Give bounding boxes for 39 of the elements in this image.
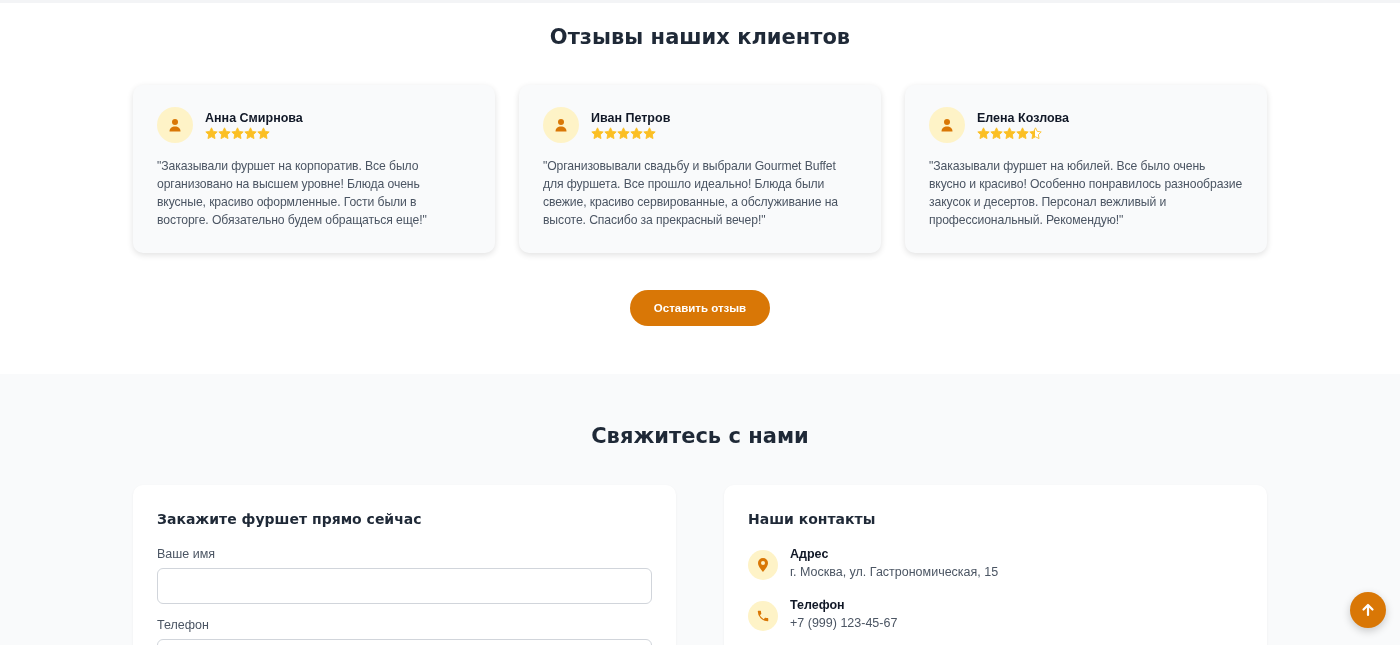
star-icon xyxy=(1016,126,1029,140)
star-icon xyxy=(1029,126,1042,140)
leave-review-button[interactable]: Оставить отзыв xyxy=(630,290,770,326)
contacts-title: Наши контакты xyxy=(748,511,877,527)
location-pin-icon xyxy=(748,550,778,580)
star-icon xyxy=(244,126,257,140)
contact-label: Адрес xyxy=(790,547,830,561)
star-icon xyxy=(604,126,617,140)
review-text: "Заказывали фуршет на юбилей. Все было очень вкусно и красиво! Особенно понравилось разнообразие закусок и десертов. Персонал вежливый и профессиональный. Рекомендую!" xyxy=(929,158,1243,229)
phone-icon xyxy=(748,601,778,631)
star-icon xyxy=(591,126,604,140)
section-title: Свяжитесь с нами xyxy=(590,424,810,448)
field-label: Телефон xyxy=(157,618,210,632)
star-icon xyxy=(643,126,656,140)
star-icon xyxy=(231,126,244,140)
user-icon xyxy=(157,107,193,143)
star-icon xyxy=(257,126,270,140)
reviewer-name: Анна Смирнова xyxy=(205,110,303,125)
reviewer-name: Иван Петров xyxy=(591,110,671,125)
contact-label: Телефон xyxy=(790,598,846,612)
star-icon xyxy=(990,126,1003,140)
contact-value: +7 (999) 123-45-67 xyxy=(790,616,898,630)
star-icon xyxy=(205,126,218,140)
star-icon xyxy=(630,126,643,140)
user-icon xyxy=(543,107,579,143)
star-icon xyxy=(1003,126,1016,140)
arrow-up-icon xyxy=(1361,603,1375,617)
field-label: Ваше имя xyxy=(157,547,217,561)
review-text: "Заказывали фуршет на корпоратив. Все было организовано на высшем уровне! Блюда очень вкусные, красиво оформленные. Гости были в восторге. Обязательно будем обращаться еще!" xyxy=(157,158,428,229)
section-title: Отзывы наших клиентов xyxy=(548,25,852,49)
review-text: "Организовывали свадьбу и выбрали Gourmet Buffet для фуршета. Все прошло идеально! Блюда были свежие, красиво сервированные, а обслуживание на высоте. Спасибо за прекрасный вечер!" xyxy=(543,158,839,229)
star-icon xyxy=(977,126,990,140)
contact-value: г. Москва, ул. Гастрономическая, 15 xyxy=(790,565,999,579)
star-icon xyxy=(218,126,231,140)
form-title: Закажите фуршет прямо сейчас xyxy=(157,511,423,527)
reviewer-name: Елена Козлова xyxy=(977,110,1070,125)
input-field[interactable] xyxy=(157,568,652,604)
star-icon xyxy=(617,126,630,140)
user-icon xyxy=(929,107,965,143)
